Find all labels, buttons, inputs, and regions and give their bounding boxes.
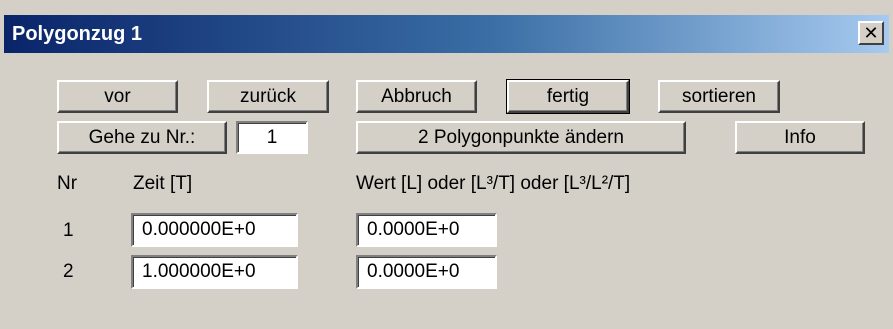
fertig-button[interactable]: fertig — [506, 79, 630, 114]
change-polygon-points-button[interactable]: 2 Polygonpunkte ändern — [356, 121, 686, 154]
column-header-wert: Wert [L] oder [L³/T] oder [L³/L²/T] — [356, 173, 631, 194]
column-header-zeit: Zeit [T] — [133, 173, 193, 194]
row-number: 2 — [63, 261, 74, 282]
info-button[interactable]: Info — [735, 121, 865, 154]
close-button[interactable]: ✕ — [858, 21, 884, 45]
close-icon: ✕ — [863, 23, 879, 43]
window-title: Polygonzug 1 — [12, 23, 142, 45]
zeit-input[interactable]: 0.000000E+0 — [131, 213, 298, 247]
wert-input[interactable]: 0.0000E+0 — [356, 255, 497, 289]
abbruch-button[interactable]: Abbruch — [356, 80, 477, 113]
column-header-nr: Nr — [57, 173, 78, 194]
vor-button[interactable]: vor — [57, 80, 178, 113]
zurueck-button[interactable]: zurück — [207, 80, 329, 113]
goto-number-input[interactable]: 1 — [236, 121, 308, 154]
dialog-window: Polygonzug 1 ✕ vor zurück Abbruch fertig… — [0, 0, 893, 329]
wert-input[interactable]: 0.0000E+0 — [356, 213, 497, 247]
goto-number-button[interactable]: Gehe zu Nr.: — [57, 121, 227, 154]
sortieren-button[interactable]: sortieren — [658, 80, 780, 113]
zeit-input[interactable]: 1.000000E+0 — [131, 255, 298, 289]
title-bar[interactable]: Polygonzug 1 ✕ — [4, 15, 889, 53]
row-number: 1 — [63, 220, 74, 241]
